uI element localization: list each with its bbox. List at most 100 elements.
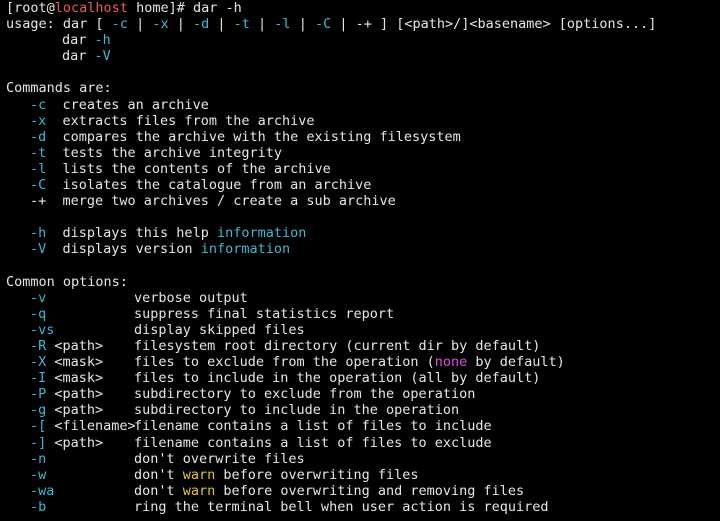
option-desc-post: before overwriting files (215, 466, 419, 483)
option-flag: -v (6, 290, 134, 306)
command-desc: lists the contents of the archive (46, 160, 331, 177)
option-row: -wa don't warn before overwriting and rem… (6, 483, 720, 499)
option-desc: display skipped files (134, 321, 305, 338)
option-row: -P <path> subdirectory to exclude from th… (6, 386, 720, 402)
option-desc: files to exclude from the operation (non… (134, 354, 565, 370)
commands-heading: Commands are: (6, 80, 112, 97)
prompt-command: dar -h (192, 0, 242, 16)
command-desc: tests the archive integrity (46, 144, 282, 161)
option-flag: -P <path> (6, 386, 134, 402)
command-desc: creates an archive (46, 96, 209, 113)
option-flag-text: -n (30, 450, 47, 467)
option-flag: -R <path> (6, 338, 134, 354)
terminal-window[interactable]: [root@localhost home]# dar -h usage: dar… (0, 0, 720, 521)
prompt-host: localhost (54, 0, 128, 16)
option-desc: verbose output (134, 289, 248, 306)
option-flag: -] <path> (6, 435, 134, 451)
option-arg: <path> (46, 402, 104, 419)
prompt-user: [root@ (6, 0, 55, 16)
command-desc: compares the archive with the existing f… (46, 128, 461, 145)
usage-flag-l: -l (274, 16, 291, 33)
option-desc: subdirectory to include in the operation (134, 402, 460, 419)
command-flag: -h (30, 225, 47, 242)
command-flag: -C (30, 177, 47, 194)
option-arg: <path> (46, 337, 104, 354)
option-flag: -g <path> (6, 402, 134, 418)
option-flag: -q (6, 306, 134, 322)
option-arg: <mask> (46, 354, 104, 371)
command-flag: -d (30, 128, 47, 145)
command-row: -t tests the archive integrity (6, 145, 720, 161)
prompt-path: home]# (127, 0, 193, 16)
option-flag: -vs (6, 322, 134, 338)
option-desc-post: by default) (467, 354, 565, 371)
command-desc: displays this help (46, 225, 217, 242)
option-desc: filename contains a list of files to exc… (134, 434, 492, 451)
option-desc-pre: don't (134, 466, 183, 483)
option-flag-text: -g (30, 402, 47, 419)
command-row-help: -h displays this help information (6, 225, 720, 241)
option-arg: <path> (46, 386, 104, 403)
option-flag-text: -] (30, 434, 47, 451)
option-row: -w don't warn before overwriting files (6, 467, 720, 483)
option-row: -n don't overwrite files (6, 451, 720, 467)
option-flag-text: -w (30, 466, 47, 483)
option-desc-pre: files to exclude from the operation ( (134, 354, 435, 371)
option-desc: filename contains a list of files to inc… (134, 418, 492, 435)
usage-flag-d: -d (192, 16, 210, 33)
prompt-line: [root@localhost home]# dar -h (6, 0, 720, 16)
usage-sep: | (249, 16, 275, 33)
option-desc: don't warn before overwriting and removi… (134, 483, 524, 499)
command-row: -C isolates the catalogue from an archiv… (6, 177, 720, 193)
option-flag: -[ <filename> (6, 418, 136, 435)
usage-cmd: dar (62, 48, 95, 65)
usage-sep: | (209, 16, 234, 33)
option-flag-text: -[ (30, 418, 47, 435)
usage-flag-c: -c (111, 16, 128, 33)
command-flag: -t (30, 144, 47, 161)
usage-flag-x: -x (152, 16, 169, 33)
option-desc-pre: don't (134, 482, 183, 499)
highlight-keyword: warn (182, 482, 216, 499)
option-flag-text: -q (30, 305, 47, 322)
option-flag-text: -v (30, 289, 47, 306)
command-desc: displays version (46, 241, 201, 258)
command-desc: extracts files from the archive (46, 112, 315, 129)
option-row: -X <mask> files to exclude from the opera… (6, 354, 720, 370)
option-desc: ring the terminal bell when user action … (134, 498, 549, 515)
command-desc: isolates the catalogue from an archive (46, 177, 372, 194)
command-flag: -l (30, 160, 47, 177)
option-flag-text: -wa (30, 482, 55, 499)
usage-sep: | (168, 16, 193, 33)
option-row: -b ring the terminal bell when user actio… (6, 499, 720, 515)
option-flag: -wa (6, 483, 134, 499)
option-desc-post: before overwriting and removing files (215, 482, 525, 499)
command-flag: -x (30, 112, 47, 129)
option-desc: subdirectory to exclude from the operati… (134, 386, 476, 403)
command-row: -c creates an archive (6, 97, 720, 113)
usage-cmd: dar (62, 32, 95, 49)
highlight-keyword: warn (182, 466, 216, 483)
usage-flag-V: -V (94, 48, 111, 65)
option-flag-text: -X (30, 354, 47, 371)
command-row: -d compares the archive with the existin… (6, 129, 720, 145)
option-flag-text: -P (30, 386, 47, 403)
command-row: -+ merge two archives / create a sub arc… (6, 193, 720, 209)
option-flag: -n (6, 451, 134, 467)
command-row-version: -V displays version information (6, 241, 720, 257)
option-desc: filesystem root directory (current dir b… (134, 337, 541, 354)
highlight-keyword: information (200, 241, 291, 258)
option-row: -] <path> filename contains a list of fil… (6, 435, 720, 451)
option-arg: <path> (46, 434, 104, 451)
option-flag: -X <mask> (6, 354, 134, 370)
usage-sep: | (290, 16, 315, 33)
usage-flag-t: -t (233, 16, 250, 33)
command-desc: merge two archives / create a sub archiv… (46, 193, 396, 210)
command-row: -l lists the contents of the archive (6, 161, 720, 177)
option-flag: -w (6, 467, 134, 483)
usage-flag-h: -h (94, 32, 111, 49)
usage-tail: | -+ ] [<path>/]<basename> [options...] (331, 16, 657, 33)
